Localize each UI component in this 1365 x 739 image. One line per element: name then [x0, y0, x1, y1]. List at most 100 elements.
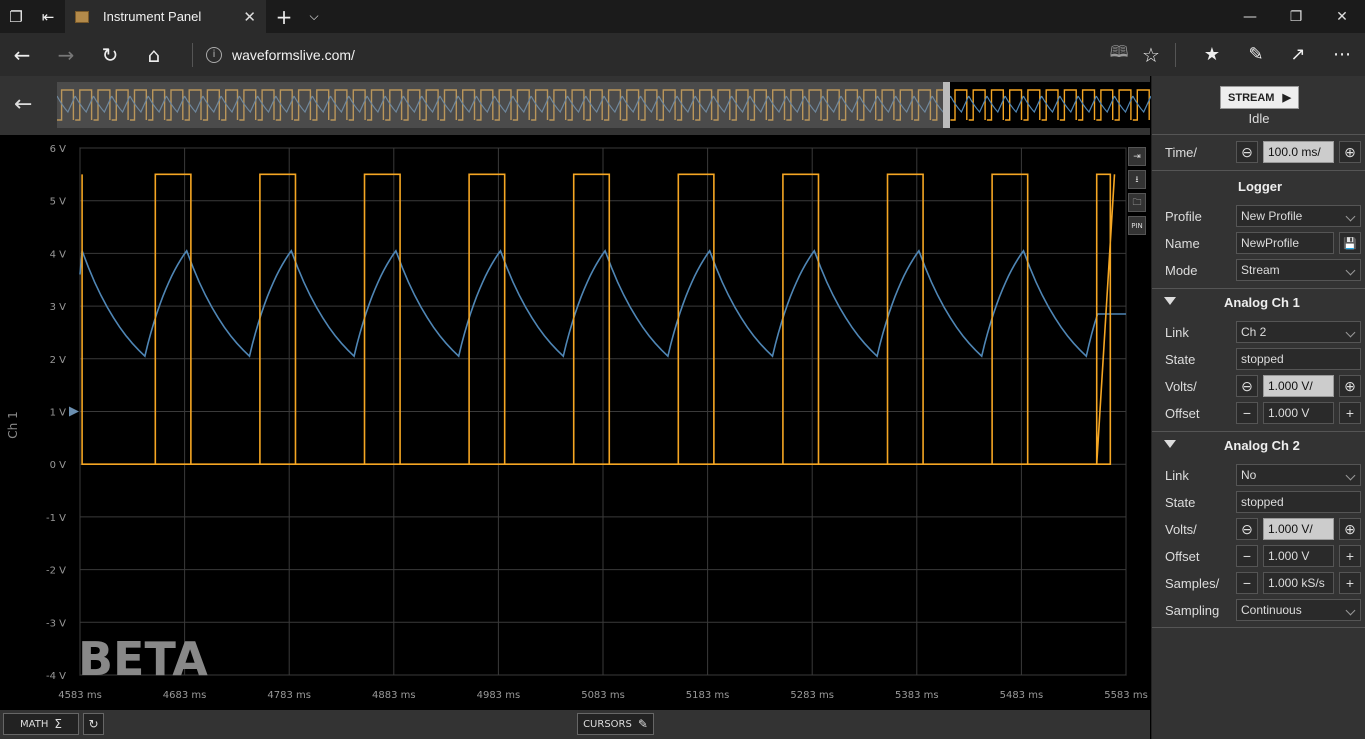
ch1-offset-field[interactable]: 1.000 V: [1263, 402, 1334, 424]
x-tick-labels: 4583 ms 4683 ms 4783 ms 4883 ms 4983 ms 5083 …: [58, 690, 1148, 701]
forward-icon[interactable]: →: [44, 33, 88, 76]
reset-icon[interactable]: ↻: [83, 713, 104, 735]
refresh-icon[interactable]: ↻: [88, 33, 132, 76]
favorite-star-icon[interactable]: ☆: [1129, 33, 1173, 76]
x-tick-label: 5283 ms: [790, 690, 834, 701]
x-tick-label: 5183 ms: [686, 690, 730, 701]
y-tick-label: 6 V: [50, 144, 67, 155]
status-text: Idle: [1248, 111, 1270, 126]
timeline-strip: ←: [0, 76, 1151, 135]
ch2-samples-plus-icon[interactable]: +: [1339, 572, 1361, 594]
overview-handle[interactable]: [943, 82, 950, 128]
close-window-icon[interactable]: ✕: [1319, 0, 1365, 33]
time-label: Time/: [1165, 145, 1198, 160]
plot-grid: [79, 147, 1127, 676]
divider: [1152, 431, 1365, 432]
favorites-hub-icon[interactable]: ★: [1190, 33, 1234, 76]
pin-button[interactable]: PIN: [1128, 216, 1146, 235]
url-field[interactable]: i waveformslive.com/: [196, 41, 1096, 68]
ch2-samples-field[interactable]: 1.000 kS/s: [1263, 572, 1334, 594]
minimize-icon[interactable]: —: [1227, 0, 1273, 33]
ch1-offset-label: Offset: [1165, 406, 1200, 421]
settings-panel: STREAM ▶ Idle Time/ ⊖ 100.0 ms/ ⊕ Logger…: [1151, 76, 1365, 739]
y-tick-label: -2 V: [46, 566, 66, 577]
collapse-ch2-icon[interactable]: [1164, 440, 1176, 448]
more-menu-icon[interactable]: ⋯: [1320, 33, 1364, 76]
offset-marker-icon[interactable]: [69, 406, 79, 417]
browser-tab[interactable]: Instrument Panel ✕: [65, 0, 266, 33]
ch2-offset-plus-icon[interactable]: +: [1339, 545, 1361, 567]
autoscale-icon[interactable]: ⇥: [1128, 147, 1146, 166]
tab-manager-icon[interactable]: ❐: [0, 0, 32, 33]
zoom-in-time-icon[interactable]: ⊕: [1339, 141, 1361, 163]
url-text: waveformslive.com/: [232, 46, 355, 63]
stream-button[interactable]: STREAM ▶: [1220, 86, 1299, 109]
app-back-icon[interactable]: ←: [14, 92, 32, 117]
zoom-out-time-icon[interactable]: ⊖: [1236, 141, 1258, 163]
ch2-offset-field[interactable]: 1.000 V: [1263, 545, 1334, 567]
ch1-offset-plus-icon[interactable]: +: [1339, 402, 1361, 424]
site-info-icon[interactable]: i: [206, 46, 222, 63]
divider: [1152, 170, 1365, 171]
ch2-offset-minus-icon[interactable]: −: [1236, 545, 1258, 567]
sigma-icon: Σ: [54, 717, 62, 731]
close-tab-icon[interactable]: ✕: [243, 8, 256, 26]
y-tick-label: -4 V: [46, 671, 66, 682]
profile-select[interactable]: New Profile: [1236, 205, 1361, 227]
address-bar: ← → ↻ ⌂ i waveformslive.com/ 🕮 ☆ ★ ✎ ↗ ⋯: [0, 33, 1365, 76]
export-icon[interactable]: ⭳: [1128, 170, 1146, 189]
open-folder-icon[interactable]: 🗀: [1128, 193, 1146, 212]
profile-label: Profile: [1165, 209, 1202, 224]
web-note-icon[interactable]: ✎: [1234, 33, 1278, 76]
restore-icon[interactable]: ❐: [1273, 0, 1319, 33]
ch2-volts-zoom-out-icon[interactable]: ⊖: [1236, 518, 1258, 540]
ch2-link-label: Link: [1165, 468, 1189, 483]
ch2-state-label: State: [1165, 495, 1196, 510]
ch2-volts-zoom-in-icon[interactable]: ⊕: [1339, 518, 1361, 540]
new-tab-icon[interactable]: +: [268, 0, 300, 33]
cursors-button[interactable]: CURSORS ✎: [577, 713, 654, 735]
favicon-icon: [75, 10, 89, 23]
divider: [1152, 134, 1365, 135]
share-icon[interactable]: ↗: [1276, 33, 1320, 76]
overview-selection-shade[interactable]: [57, 82, 948, 128]
waveform-chart[interactable]: 6 V 5 V 4 V 3 V 2 V 1 V 0 V -1 V -2 V -3 V -4 V 45…: [0, 135, 1150, 710]
save-profile-icon[interactable]: 💾: [1339, 232, 1361, 254]
y-tick-label: 1 V: [50, 408, 67, 419]
ch1-link-select[interactable]: Ch 2: [1236, 321, 1361, 343]
x-tick-label: 5083 ms: [581, 690, 625, 701]
y-tick-label: -3 V: [46, 618, 66, 629]
tab-preview-chevron-icon[interactable]: ⌵: [298, 0, 330, 33]
x-tick-label: 4583 ms: [58, 690, 102, 701]
timeline-overview[interactable]: [57, 82, 1151, 128]
ch1-volts-per-div-field[interactable]: 1.000 V/: [1263, 375, 1334, 397]
beta-watermark: BETA: [78, 632, 208, 686]
ch2-samples-minus-icon[interactable]: −: [1236, 572, 1258, 594]
tab-title: Instrument Panel: [103, 9, 202, 24]
y-axis-label: Ch 1: [6, 411, 20, 438]
ch1-volts-zoom-out-icon[interactable]: ⊖: [1236, 375, 1258, 397]
x-tick-label: 5483 ms: [1000, 690, 1044, 701]
play-icon: ▶: [1282, 92, 1291, 104]
home-icon[interactable]: ⌂: [132, 33, 176, 76]
x-tick-label: 4883 ms: [372, 690, 416, 701]
set-tabs-aside-icon[interactable]: ⇤: [32, 0, 64, 33]
time-per-div-field[interactable]: 100.0 ms/: [1263, 141, 1334, 163]
mode-select[interactable]: Stream: [1236, 259, 1361, 281]
back-icon[interactable]: ←: [0, 33, 44, 76]
x-tick-label: 4983 ms: [477, 690, 521, 701]
math-label: MATH: [20, 718, 49, 730]
y-tick-label: 5 V: [50, 197, 67, 208]
ch1-volts-zoom-in-icon[interactable]: ⊕: [1339, 375, 1361, 397]
plot-side-toolbar: ⇥ ⭳ 🗀 PIN: [1128, 147, 1146, 239]
ch2-link-select[interactable]: No: [1236, 464, 1361, 486]
collapse-ch1-icon[interactable]: [1164, 297, 1176, 305]
math-button[interactable]: MATH Σ: [3, 713, 79, 735]
ch2-volts-per-div-field[interactable]: 1.000 V/: [1263, 518, 1334, 540]
ch2-sampling-select[interactable]: Continuous: [1236, 599, 1361, 621]
ch1-state-field: stopped: [1236, 348, 1361, 370]
ch1-offset-minus-icon[interactable]: −: [1236, 402, 1258, 424]
pencil-icon: ✎: [637, 717, 648, 731]
name-input[interactable]: NewProfile: [1236, 232, 1334, 254]
y-tick-label: 3 V: [50, 302, 67, 313]
